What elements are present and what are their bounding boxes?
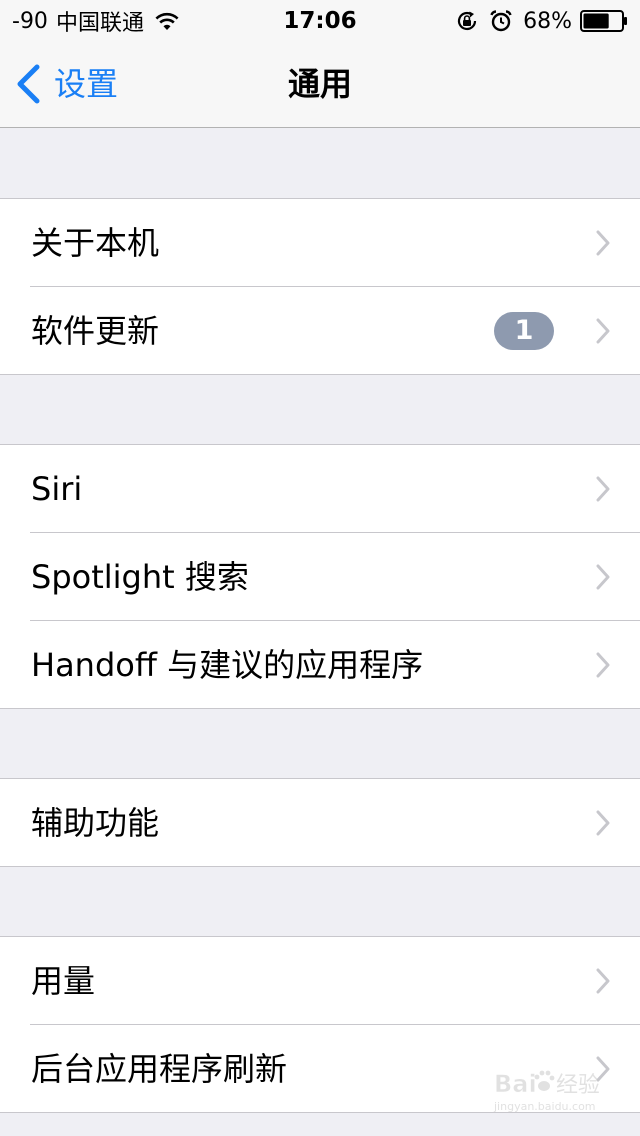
svg-text:Bai: Bai: [494, 1070, 537, 1098]
settings-group-accessibility: 辅助功能: [0, 778, 640, 867]
settings-group-about: 关于本机 软件更新 1: [0, 198, 640, 375]
cell-label: 辅助功能: [31, 803, 160, 842]
cell-siri[interactable]: Siri: [0, 445, 640, 532]
battery-icon: [580, 10, 627, 32]
status-bar: -90 中国联通 17:06 68%: [0, 0, 640, 40]
cell-label: 用量: [31, 961, 96, 1000]
update-count-badge: 1: [494, 311, 554, 350]
chevron-right-icon: [596, 476, 610, 501]
chevron-right-icon: [596, 810, 610, 835]
rotation-lock-icon: [458, 11, 477, 31]
chevron-right-icon: [596, 968, 610, 993]
baidu-watermark-logo: Bai 经验 jingyan.baidu.com: [493, 1070, 600, 1113]
chevron-right-icon: [596, 230, 610, 255]
chevron-right-icon: [596, 318, 610, 343]
cell-spotlight-search[interactable]: Spotlight 搜索: [0, 532, 640, 620]
cell-label: 软件更新: [31, 311, 160, 350]
chevron-right-icon: [596, 564, 610, 589]
cell-label: Spotlight 搜索: [31, 557, 249, 596]
cell-accessibility[interactable]: 辅助功能: [0, 779, 640, 866]
settings-group-siri: Siri Spotlight 搜索 Handoff 与建议的应用程序: [0, 444, 640, 709]
cell-label: Handoff 与建议的应用程序: [31, 645, 424, 684]
status-right: 68%: [455, 7, 628, 35]
navigation-bar: 设置 通用: [0, 40, 640, 128]
page-title: 通用: [287, 65, 352, 103]
svg-text:经验: 经验: [556, 1073, 600, 1098]
chevron-right-icon: [596, 652, 610, 677]
cell-label: 关于本机: [31, 223, 160, 262]
alarm-icon: [490, 10, 512, 32]
svg-text:jingyan.baidu.com: jingyan.baidu.com: [493, 1100, 596, 1113]
cell-usage[interactable]: 用量: [0, 937, 640, 1024]
cell-about[interactable]: 关于本机: [0, 199, 640, 286]
cell-handoff[interactable]: Handoff 与建议的应用程序: [0, 620, 640, 708]
cell-label: Siri: [31, 469, 83, 508]
cell-label: 后台应用程序刷新: [31, 1049, 288, 1088]
battery-percent: 68%: [523, 8, 572, 34]
cell-software-update[interactable]: 软件更新 1: [0, 286, 640, 374]
